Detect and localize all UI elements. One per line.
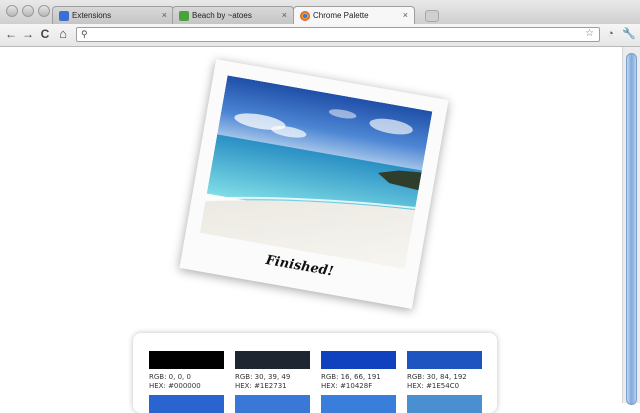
color-swatch[interactable] [149,351,224,369]
vertical-scrollbar[interactable] [622,47,640,405]
swatch-rgb-label: RGB: 0, 0, 0 [149,373,191,381]
tab-beach[interactable]: Beach by ~atoes × [172,6,294,24]
tab-label: Extensions [72,11,112,20]
reload-icon[interactable]: C [38,27,52,41]
close-window-button[interactable] [6,5,18,17]
new-tab-button[interactable] [425,10,439,22]
close-tab-icon[interactable]: × [282,10,287,20]
swatch-hex-label: HEX: #000000 [149,382,201,390]
swatch-rgb-label: RGB: 30, 84, 192 [407,373,467,381]
back-icon[interactable]: ← [4,27,18,41]
tab-label: Beach by ~atoes [192,11,252,20]
swatch-rgb-label: RGB: 30, 39, 49 [235,373,291,381]
color-swatch[interactable] [235,395,310,413]
forward-icon[interactable]: → [21,27,35,41]
tab-extensions[interactable]: Extensions × [52,6,174,24]
swatch-rgb-label: RGB: 16, 66, 191 [321,373,381,381]
title-bar: Extensions × Beach by ~atoes × Chrome Pa… [0,0,640,25]
close-tab-icon[interactable]: × [403,10,408,20]
color-swatch[interactable] [321,395,396,413]
color-swatch[interactable] [407,395,482,413]
swatch-hex-label: HEX: #10428F [321,382,373,390]
bookmark-star-icon[interactable]: ☆ [585,28,594,39]
close-tab-icon[interactable]: × [162,10,167,20]
url-input[interactable] [93,28,573,41]
color-swatch[interactable] [235,351,310,369]
tab-chrome-palette[interactable]: Chrome Palette × [293,6,415,24]
color-swatch[interactable] [149,395,224,413]
swatch-hex-label: HEX: #1E54C0 [407,382,460,390]
polaroid-photo: Finished! [179,59,449,309]
zoom-window-button[interactable] [38,5,50,17]
chrome-icon [300,11,310,21]
minimize-window-button[interactable] [22,5,34,17]
address-bar[interactable]: ⚲ ☆ [76,27,600,42]
tab-label: Chrome Palette [313,11,369,20]
browser-toolbar: ← → C ⌂ ⚲ ☆ ◔ 🔧 [0,24,640,47]
scrollbar-thumb[interactable] [626,53,637,405]
swatch-hex-label: HEX: #1E2731 [235,382,287,390]
beach-photo [199,75,433,270]
color-swatch[interactable] [321,351,396,369]
home-icon[interactable]: ⌂ [56,27,70,41]
color-swatch[interactable] [407,351,482,369]
extension-icon[interactable]: ◔ [604,28,617,41]
deviantart-icon [179,11,189,21]
color-palette-panel: RGB: 0, 0, 0 HEX: #000000 RGB: 30, 39, 4… [133,333,497,413]
search-icon: ⚲ [81,29,88,39]
puzzle-icon [59,11,69,21]
wrench-icon[interactable]: 🔧 [622,28,636,41]
